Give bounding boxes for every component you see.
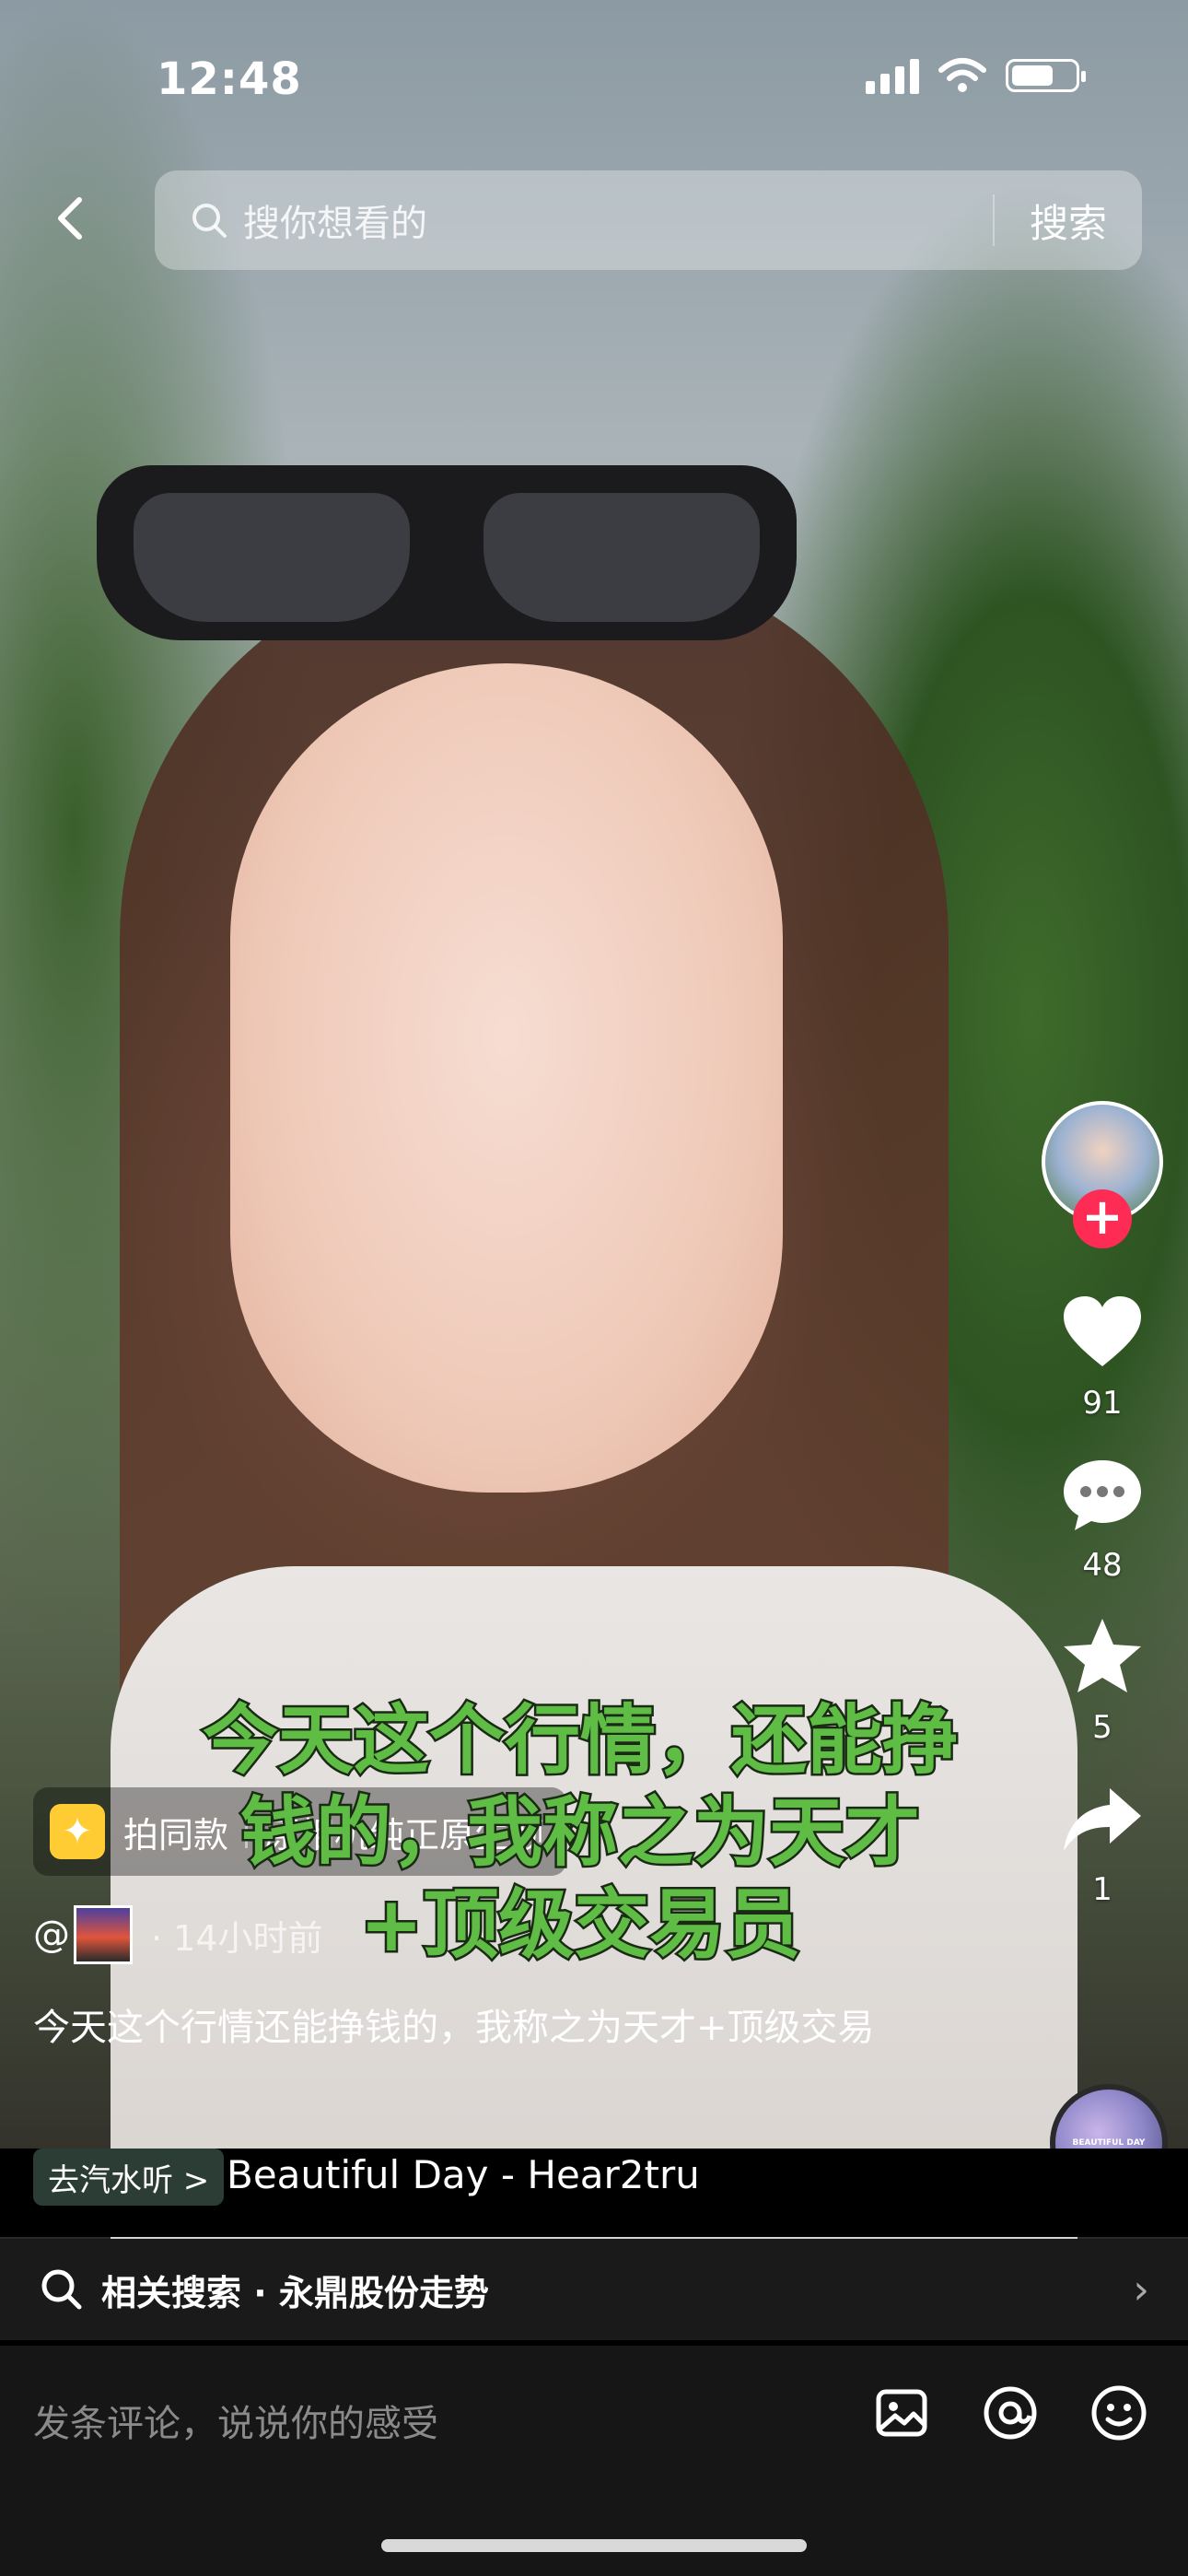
follow-button[interactable]: + — [1073, 1189, 1132, 1248]
author-avatar[interactable]: + — [1042, 1101, 1163, 1248]
comment-input[interactable]: 发条评论，说说你的感受 — [33, 2394, 438, 2447]
video-subject-sunglasses — [97, 465, 797, 640]
caption-line-3: +顶级交易员 — [357, 1879, 803, 1972]
wifi-icon — [938, 58, 986, 92]
open-in-music-app-button[interactable]: 去汽水听 > — [33, 2149, 225, 2206]
image-icon[interactable] — [871, 2383, 932, 2443]
related-search-bar[interactable]: 相关搜索 · 永鼎股份走势 › — [0, 2239, 1188, 2340]
like-action[interactable]: 91 — [1056, 1287, 1148, 1422]
status-bar: 12:48 — [0, 0, 1188, 157]
cellular-signal-icon — [866, 57, 919, 94]
search-button[interactable]: 搜索 — [1030, 193, 1107, 249]
search-icon — [192, 204, 227, 238]
comment-count: 48 — [1082, 1547, 1123, 1584]
caption-line-2: 钱的，我称之为天才 — [238, 1787, 922, 1879]
comment-action[interactable]: 48 — [1056, 1449, 1148, 1584]
post-description[interactable]: 今天这个行情还能挣钱的，我称之为天才+顶级交易 — [33, 1999, 936, 2056]
search-bar[interactable]: 搜你想看的 搜索 — [155, 170, 1142, 270]
status-time: 12:48 — [157, 53, 302, 105]
music-bar: 去汽水听 > Beautiful Day - Hear2tru — [0, 2149, 1188, 2237]
chevron-right-icon: › — [1133, 2266, 1149, 2313]
emoji-icon[interactable] — [1089, 2383, 1149, 2443]
star-icon — [1064, 1619, 1141, 1692]
sunglasses-lens-left — [134, 493, 410, 622]
like-count: 91 — [1082, 1385, 1123, 1422]
status-icons — [866, 57, 1086, 94]
music-title[interactable]: Beautiful Day - Hear2tru — [227, 2152, 696, 2197]
sunglasses-lens-right — [483, 493, 760, 622]
top-bar: 搜你想看的 搜索 — [0, 170, 1188, 272]
home-indicator[interactable] — [381, 2539, 807, 2552]
battery-icon — [1006, 59, 1086, 92]
video-subject-face — [230, 663, 783, 1493]
search-divider — [993, 194, 995, 246]
chevron-left-icon — [58, 197, 82, 240]
mention-icon[interactable] — [980, 2383, 1041, 2443]
music-disc-label: BEAUTIFUL DAY — [1072, 2138, 1146, 2148]
back-button[interactable] — [44, 191, 99, 246]
comment-bubble-icon — [1064, 1460, 1141, 1530]
search-placeholder: 搜你想看的 — [243, 203, 427, 245]
search-icon — [41, 2269, 82, 2310]
caption-line-1: 今天这个行情，还能挣 — [200, 1695, 960, 1787]
related-search-text: 相关搜索 · 永鼎股份走势 — [101, 2272, 489, 2313]
heart-icon — [1064, 1296, 1141, 1366]
video-caption-overlay: 今天这个行情，还能挣 钱的，我称之为天才 +顶级交易员 — [55, 1695, 1105, 1972]
